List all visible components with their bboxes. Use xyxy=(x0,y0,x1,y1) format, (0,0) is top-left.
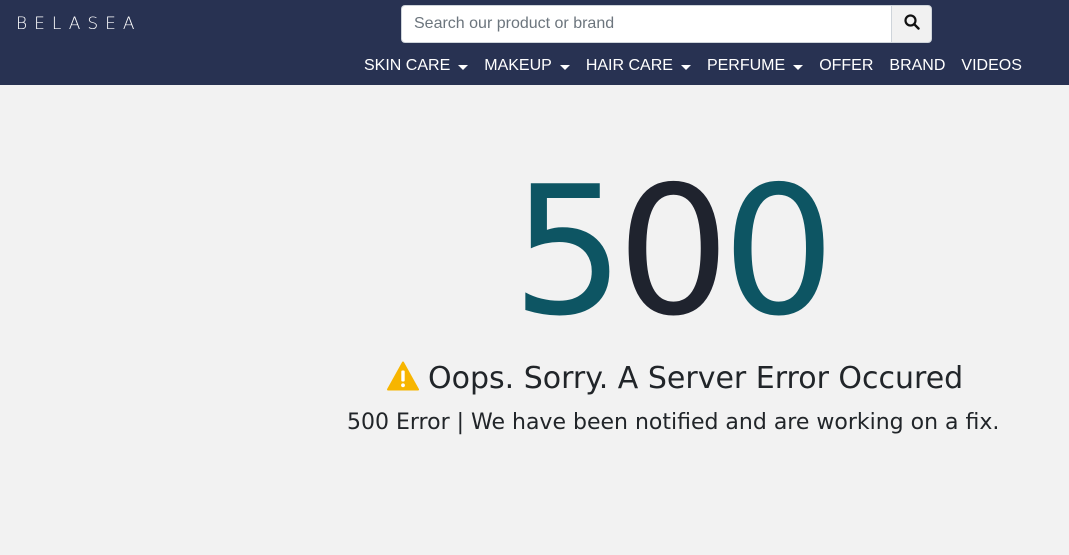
chevron-down-icon xyxy=(458,64,469,70)
warning-icon xyxy=(387,361,419,396)
error-title: Oops. Sorry. A Server Error Occured xyxy=(387,358,963,398)
nav-item-videos[interactable]: VIDEOS xyxy=(961,57,1021,75)
nav-item-label: VIDEOS xyxy=(961,57,1022,74)
search-icon xyxy=(903,13,920,35)
nav-item-skin-care[interactable]: SKIN CARE xyxy=(364,57,469,75)
nav-item-label: SKIN CARE xyxy=(364,57,451,74)
error-code-digit: 5 xyxy=(511,148,625,355)
nav-item-label: BRAND xyxy=(889,57,946,74)
main-nav: SKIN CARE MAKEUP HAIR CARE PERFUME OFFER… xyxy=(364,54,1038,78)
error-code-digit: 0 xyxy=(616,148,730,355)
chevron-down-icon xyxy=(680,64,691,70)
search-form xyxy=(401,5,932,43)
nav-item-offer[interactable]: OFFER xyxy=(819,57,873,75)
error-code: 500 xyxy=(0,152,1069,352)
nav-item-label: MAKEUP xyxy=(484,57,552,74)
nav-item-perfume[interactable]: PERFUME xyxy=(706,57,804,75)
nav-item-brand[interactable]: BRAND xyxy=(889,57,945,75)
nav-item-label: OFFER xyxy=(819,57,874,74)
chevron-down-icon xyxy=(793,64,804,70)
top-navbar: BELASEA SKIN CARE MAKEUP HAIR CARE PERFU xyxy=(0,0,1069,85)
nav-item-makeup[interactable]: MAKEUP xyxy=(484,57,570,75)
error-message: 500 Error | We have been notified and ar… xyxy=(347,410,1000,435)
nav-item-label: HAIR CARE xyxy=(585,57,673,74)
brand-logo[interactable]: BELASEA xyxy=(16,14,142,34)
search-input[interactable] xyxy=(401,5,891,43)
nav-item-hair-care[interactable]: HAIR CARE xyxy=(586,57,691,75)
error-title-text: Oops. Sorry. A Server Error Occured xyxy=(428,360,964,396)
chevron-down-icon xyxy=(559,64,570,70)
search-button[interactable] xyxy=(891,5,932,43)
error-code-digit: 0 xyxy=(722,148,835,355)
nav-item-label: PERFUME xyxy=(706,57,786,74)
